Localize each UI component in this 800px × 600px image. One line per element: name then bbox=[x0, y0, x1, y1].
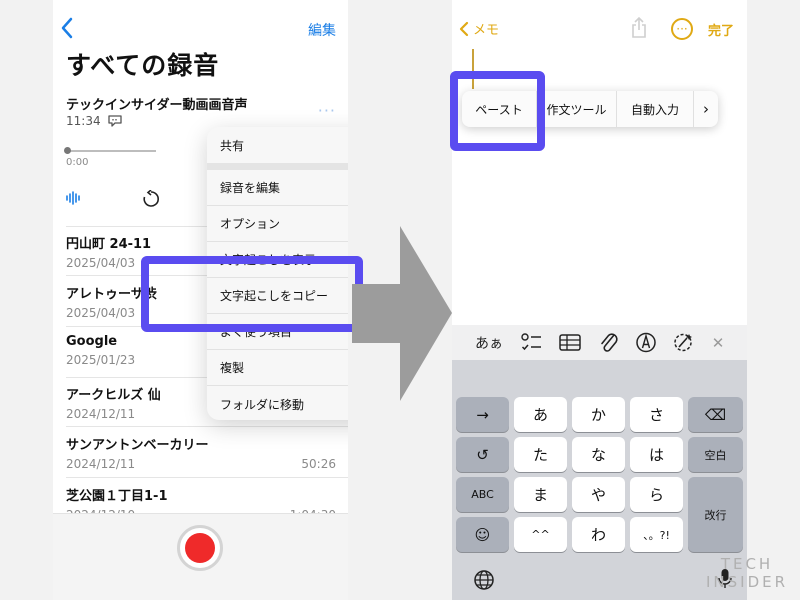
recording-item[interactable]: テックインサイダー動画画音声 bbox=[66, 94, 336, 113]
menu-item-label: フォルダに移動 bbox=[220, 397, 305, 412]
close-keyboard-button[interactable]: ✕ bbox=[708, 325, 728, 360]
menu-item-share[interactable]: 共有 bbox=[207, 127, 348, 163]
highlight-copy-transcript bbox=[141, 256, 363, 332]
key-sa[interactable]: さ bbox=[630, 397, 683, 432]
page-title: すべての録音 bbox=[66, 51, 220, 80]
key-na[interactable]: な bbox=[572, 437, 625, 472]
writing-tools-icon[interactable] bbox=[671, 325, 695, 360]
record-button[interactable] bbox=[177, 525, 223, 571]
divider bbox=[66, 426, 348, 427]
menu-item-label: 録音を編集 bbox=[220, 181, 281, 195]
logo-line-1: TECH bbox=[720, 555, 774, 573]
menu-item-move-to-folder[interactable]: フォルダに移動 bbox=[207, 386, 348, 420]
recording-title: サンアントンベーカリー bbox=[66, 438, 209, 453]
menu-item-label: 共有 bbox=[220, 138, 245, 153]
divider bbox=[66, 477, 348, 478]
key-arrow-right[interactable]: → bbox=[456, 397, 509, 432]
share-icon[interactable] bbox=[630, 17, 648, 39]
more-icon[interactable]: ··· bbox=[318, 101, 336, 120]
keyboard-toolbar: あぁ ✕ bbox=[452, 325, 747, 360]
globe-icon[interactable] bbox=[473, 569, 495, 591]
transcript-icon bbox=[107, 115, 122, 127]
menu-item-label: 複製 bbox=[220, 361, 245, 375]
logo-line-2: INSIDER bbox=[706, 573, 789, 591]
recording-date: 2024/12/11 bbox=[66, 457, 136, 471]
key-undo[interactable]: ↺ bbox=[456, 437, 509, 472]
menu-separator bbox=[207, 163, 348, 170]
key-ha[interactable]: は bbox=[630, 437, 683, 472]
recording-title: テックインサイダー動画画音声 bbox=[66, 98, 248, 113]
table-icon[interactable] bbox=[558, 325, 582, 360]
key-ma[interactable]: ま bbox=[514, 477, 567, 512]
menu-item-label: オプション bbox=[220, 217, 281, 231]
tech-insider-logo: TECH INSIDER bbox=[706, 555, 788, 591]
key-ta[interactable]: た bbox=[514, 437, 567, 472]
scrubber-time: 0:00 bbox=[66, 157, 89, 168]
key-ra[interactable]: ら bbox=[630, 477, 683, 512]
arrow-right-icon bbox=[352, 226, 452, 401]
recording-time-row: 11:34 bbox=[66, 114, 122, 128]
scrubber-handle[interactable] bbox=[64, 147, 71, 154]
recording-time: 11:34 bbox=[66, 114, 101, 128]
edit-menu-next[interactable]: › bbox=[694, 91, 718, 127]
key-abc[interactable]: ABC bbox=[456, 477, 509, 512]
edit-button[interactable]: 編集 bbox=[308, 20, 336, 40]
more-button[interactable]: ··· bbox=[671, 18, 693, 40]
recording-item[interactable]: サンアントンベーカリー 2024/12/11 50:26 bbox=[66, 434, 336, 471]
text-format-button[interactable]: あぁ bbox=[474, 325, 504, 360]
record-icon bbox=[185, 533, 215, 563]
key-ka[interactable]: か bbox=[572, 397, 625, 432]
checklist-icon[interactable] bbox=[519, 325, 543, 360]
key-return[interactable]: 改行 bbox=[688, 477, 743, 552]
key-a[interactable]: あ bbox=[514, 397, 567, 432]
waveform-icon[interactable] bbox=[66, 191, 82, 205]
paperclip-icon[interactable] bbox=[598, 325, 620, 360]
markup-icon[interactable] bbox=[634, 325, 658, 360]
key-kaomoji[interactable]: ^^ bbox=[514, 517, 567, 552]
chevron-left-icon[interactable] bbox=[59, 16, 75, 40]
writing-tools-button[interactable]: 作文ツール bbox=[537, 91, 617, 127]
highlight-paste bbox=[450, 71, 545, 151]
menu-item-options[interactable]: オプション bbox=[207, 206, 348, 242]
recording-title: 芝公園１丁目1-1 bbox=[66, 489, 168, 504]
chevron-left-icon bbox=[459, 21, 469, 36]
skip-back-icon[interactable] bbox=[142, 190, 160, 208]
recording-duration: 50:26 bbox=[301, 457, 336, 471]
key-delete[interactable]: ⌫ bbox=[688, 397, 743, 432]
menu-item-duplicate[interactable]: 複製 bbox=[207, 350, 348, 386]
autofill-button[interactable]: 自動入力 bbox=[617, 91, 694, 127]
key-emoji[interactable]: ☺ bbox=[456, 517, 509, 552]
back-label: メモ bbox=[473, 23, 500, 38]
key-wa[interactable]: わ bbox=[572, 517, 625, 552]
scrubber-track[interactable] bbox=[66, 150, 156, 152]
back-button[interactable]: メモ bbox=[459, 19, 499, 38]
key-ya[interactable]: や bbox=[572, 477, 625, 512]
key-space[interactable]: 空白 bbox=[688, 437, 743, 472]
done-button[interactable]: 完了 bbox=[708, 20, 734, 39]
key-punctuation[interactable]: 、。?! bbox=[630, 517, 683, 552]
menu-item-edit-recording[interactable]: 録音を編集 bbox=[207, 170, 348, 206]
